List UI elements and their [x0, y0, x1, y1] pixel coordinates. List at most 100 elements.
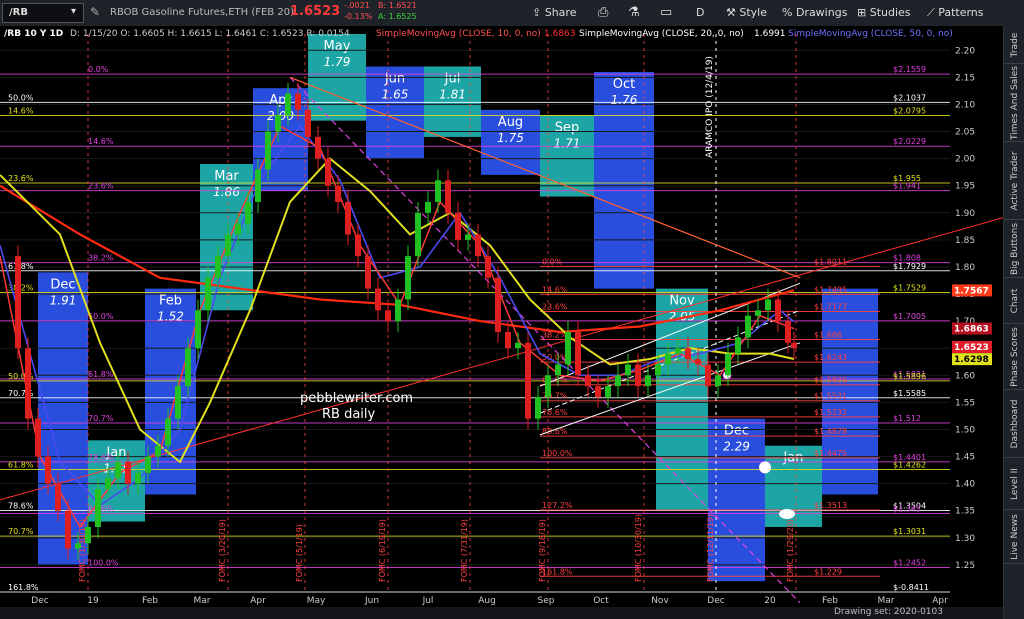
- month-block-value: 1.65: [382, 88, 409, 102]
- sidebar-tab-label: Phase Scores: [1009, 326, 1020, 387]
- watermark-label: RB daily: [322, 407, 376, 422]
- x-tick-label: Apr: [250, 596, 266, 606]
- price-chart[interactable]: Dec1.91Jan1.55Feb1.52Mar1.86Apr2.00May1.…: [0, 26, 1003, 607]
- sidebar-tab[interactable]: Live News: [1004, 510, 1024, 564]
- y-tick-label: 1.95: [955, 182, 975, 192]
- month-block-value: 1.86: [213, 185, 240, 199]
- month-block-label: Mar: [214, 169, 239, 184]
- candle-body: [85, 526, 91, 544]
- candle-body: [145, 456, 151, 473]
- share-button[interactable]: ⇪ Share: [532, 2, 576, 24]
- candle-body: [395, 299, 401, 322]
- flask-icon: ⚗: [628, 5, 640, 20]
- patterns-icon: ⟋: [927, 6, 939, 19]
- candle-body: [135, 472, 141, 484]
- x-tick-label: Dec: [31, 596, 48, 606]
- candle-body: [185, 348, 191, 387]
- red-fib-price: $1.666: [814, 331, 842, 340]
- y-tick-label: 1.35: [955, 507, 975, 517]
- sidebar-tab[interactable]: Phase Scores: [1004, 324, 1024, 390]
- x-tick-label: Nov: [651, 596, 669, 606]
- red-fib-price: $1.5826: [814, 376, 847, 385]
- level-price-label: $1.2452: [893, 559, 926, 568]
- layout-button[interactable]: ▭: [660, 2, 672, 24]
- share-icon: ⇪: [532, 6, 545, 19]
- drawings-button[interactable]: % Drawings: [782, 2, 847, 24]
- y-tick-label: 1.60: [955, 371, 975, 381]
- fomc-label: FOMC (9/18/19): [538, 519, 547, 582]
- sidebar-tab[interactable]: Active Trader: [1004, 142, 1024, 220]
- sma50-label: SimpleMovingAvg (CLOSE, 50, 0, no): [788, 29, 953, 39]
- candle-body: [695, 359, 701, 365]
- candle-body: [565, 331, 571, 365]
- fomc-label: FOMC (6/19/19): [378, 519, 387, 582]
- style-button[interactable]: ⚒ Style: [726, 2, 767, 24]
- sidebar-tab[interactable]: Times And Sales: [1004, 64, 1024, 142]
- candle-body: [355, 234, 361, 257]
- share-label: Share: [544, 6, 577, 19]
- level-price-label: $1.512: [893, 414, 921, 423]
- month-block-value: 1.75: [497, 131, 524, 145]
- x-tick-label: Dec: [707, 596, 724, 606]
- y-tick-label: 1.40: [955, 480, 975, 490]
- candle-body: [35, 418, 41, 457]
- candle-body: [165, 418, 171, 446]
- print-button[interactable]: ⎙: [598, 2, 608, 24]
- red-fib-price: $1.229: [814, 567, 842, 576]
- patterns-button[interactable]: ⟋ Patterns: [927, 2, 984, 24]
- candle-body: [235, 223, 241, 235]
- candle-body: [95, 489, 101, 527]
- candle-body: [485, 256, 491, 278]
- level-price-label: $1.3031: [893, 527, 926, 536]
- sma20-value: 1.6991: [754, 29, 786, 39]
- symbol-description: RBOB Gasoline Futures,ETH (FEB 20): [110, 7, 294, 18]
- flask-button[interactable]: ⚗: [628, 2, 640, 24]
- price-change: -.0021: [344, 1, 370, 10]
- symbol-selector[interactable]: /RB ▾: [2, 3, 84, 23]
- sidebar-tab[interactable]: Chart: [1004, 278, 1024, 324]
- sidebar-tab[interactable]: Dashboard: [1004, 390, 1024, 458]
- candle-body: [765, 299, 771, 311]
- period-button[interactable]: D: [696, 2, 704, 24]
- chevron-down-icon: ▾: [71, 6, 77, 17]
- candle-body: [625, 364, 631, 376]
- sidebar-tab-label: Live News: [1009, 513, 1020, 560]
- level-pct-label: 61.8%: [8, 460, 34, 469]
- candle-body: [545, 375, 551, 397]
- studies-label: Studies: [869, 6, 911, 19]
- edit-icon[interactable]: ✎: [90, 5, 100, 19]
- sidebar-tab[interactable]: Level II: [1004, 458, 1024, 510]
- x-tick-label: Jun: [364, 596, 379, 606]
- candle-body: [785, 321, 791, 343]
- sidebar-tab[interactable]: Big Buttons: [1004, 220, 1024, 278]
- studies-button[interactable]: ⊞ Studies: [857, 2, 911, 24]
- candle-body: [345, 201, 351, 235]
- white-marker: [759, 461, 771, 474]
- candle-body: [425, 201, 431, 213]
- month-block-value: 2.29: [723, 440, 750, 454]
- x-tick-label: Sep: [538, 596, 555, 606]
- price-tag-label: 1.6863: [954, 325, 989, 335]
- month-block-label: Nov: [669, 294, 695, 309]
- candle-body: [455, 212, 461, 240]
- level-pct-label: 100.0%: [88, 559, 119, 568]
- month-block-value: 1.91: [50, 293, 77, 307]
- candle-body: [775, 299, 781, 322]
- candle-body: [245, 201, 251, 224]
- candle-body: [475, 234, 481, 257]
- aramco-ipo-label: ARAMCO IPO (12/4/19): [705, 56, 715, 158]
- candle-body: [755, 310, 761, 316]
- candle-body: [205, 277, 211, 311]
- price-tag-label: 1.6523: [954, 343, 989, 353]
- candle-body: [535, 396, 541, 419]
- sidebar-tab[interactable]: Trade: [1004, 26, 1024, 64]
- red-fib-price: $1.7495: [814, 285, 847, 294]
- level-price-label: $2.0229: [893, 137, 926, 146]
- red-fib-price: $1.3513: [814, 501, 847, 510]
- level-price-label: $2.0795: [893, 107, 926, 116]
- status-bar: Drawing set: 2020-0103: [0, 607, 1003, 619]
- candle-body: [615, 375, 621, 387]
- candle-body: [325, 158, 331, 186]
- sidebar-tab-label: Dashboard: [1009, 399, 1020, 448]
- level-price-label: $1.7529: [893, 283, 926, 292]
